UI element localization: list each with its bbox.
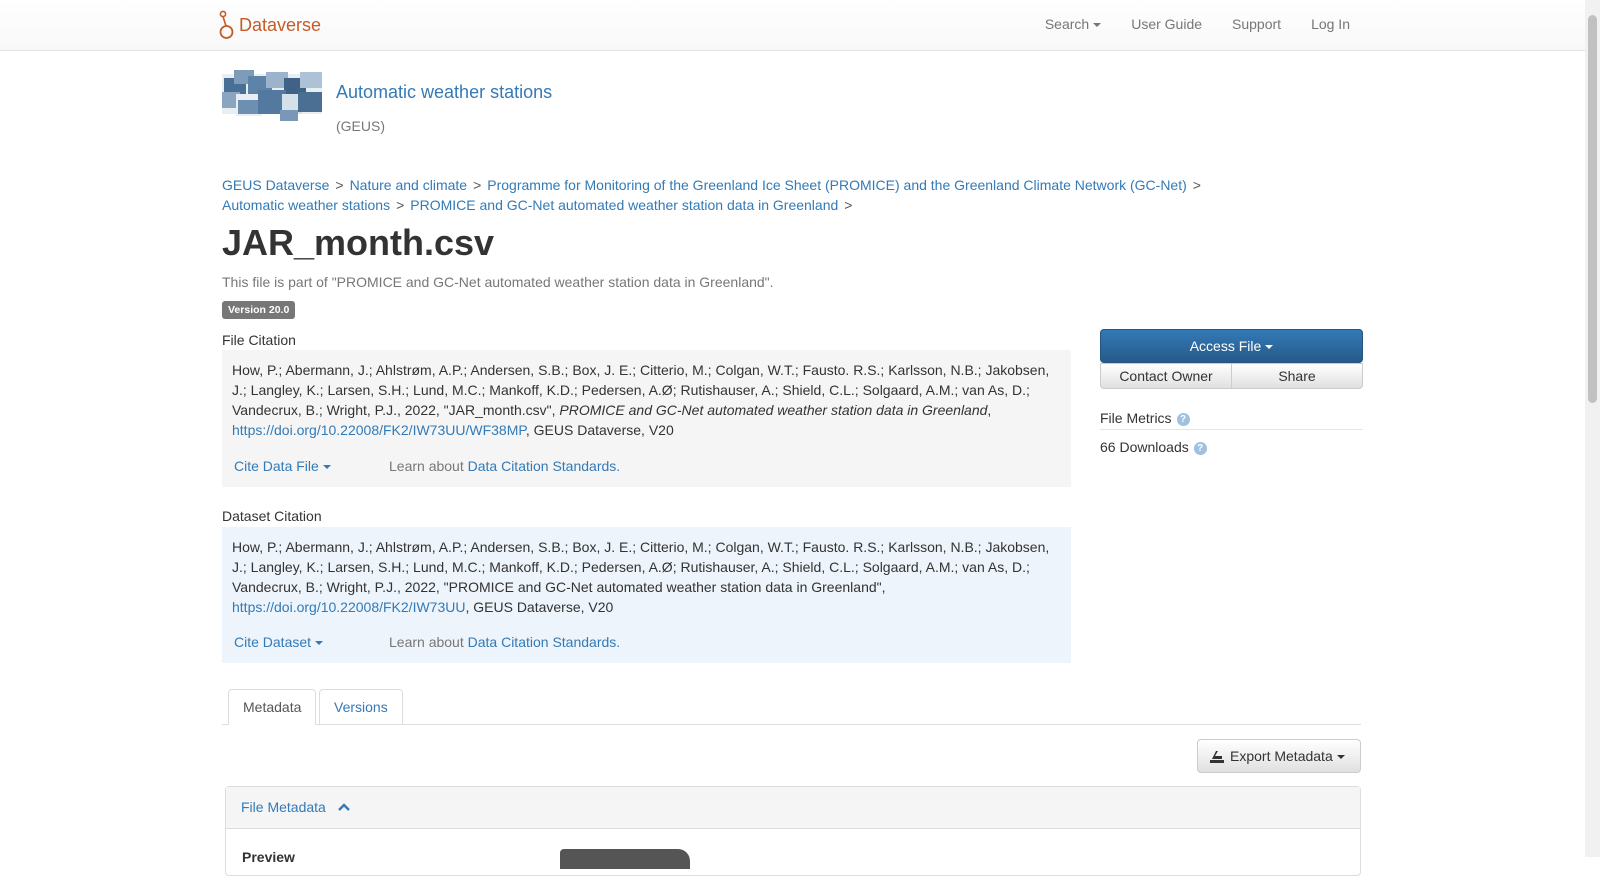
contact-owner-button[interactable]: Contact Owner — [1100, 363, 1232, 389]
file-citation-doi-link[interactable]: https://doi.org/10.22008/FK2/IW73UU/WF38… — [232, 422, 526, 438]
breadcrumb-dataset[interactable]: PROMICE and GC-Net automated weather sta… — [410, 197, 838, 213]
preview-thumbnail — [560, 849, 690, 869]
cite-dataset-label: Cite Dataset — [234, 634, 312, 650]
nav-user-guide[interactable]: User Guide — [1131, 16, 1202, 32]
chevron-down-icon — [1336, 755, 1345, 760]
learn-about-text: Learn about Data Citation Standards. — [389, 632, 620, 652]
chevron-up-icon[interactable] — [337, 803, 350, 811]
file-citation-comma: , — [987, 402, 992, 418]
nav-menu: Search User Guide Support Log In — [1045, 16, 1350, 32]
breadcrumb-promice-programme[interactable]: Programme for Monitoring of the Greenlan… — [487, 177, 1187, 193]
dataverse-title-link[interactable]: Automatic weather stations — [336, 82, 552, 103]
file-citation-box: How, P.; Abermann, J.; Ahlstrøm, A.P.; A… — [222, 350, 1071, 487]
downloads-count: 66 Downloads? — [1100, 439, 1207, 455]
data-citation-standards-link[interactable]: Data Citation Standards. — [468, 634, 621, 650]
cite-data-file-button[interactable]: Cite Data File — [234, 456, 389, 476]
breadcrumb-separator: > — [396, 197, 405, 213]
export-icon — [1210, 751, 1224, 763]
file-metrics-label: File Metrics — [1100, 410, 1172, 426]
dataset-citation-suffix: , GEUS Dataverse, V20 — [465, 599, 614, 615]
nav-log-in[interactable]: Log In — [1311, 16, 1350, 32]
breadcrumb-separator: > — [473, 177, 482, 193]
learn-about-prefix: Learn about — [389, 634, 464, 650]
file-citation-actions: Cite Data File Learn about Data Citation… — [234, 456, 620, 476]
preview-label: Preview — [242, 849, 295, 865]
navbar: Dataverse Search User Guide Support Log … — [0, 0, 1585, 51]
downloads-label: 66 Downloads — [1100, 439, 1189, 455]
dataverse-thumbnail[interactable] — [222, 70, 322, 121]
breadcrumb-separator: > — [335, 177, 344, 193]
question-circle-icon[interactable]: ? — [1176, 413, 1190, 426]
file-citation-text: How, P.; Abermann, J.; Ahlstrøm, A.P.; A… — [232, 360, 1061, 440]
breadcrumb-nature-and-climate[interactable]: Nature and climate — [350, 177, 468, 193]
breadcrumb-automatic-weather-stations[interactable]: Automatic weather stations — [222, 197, 390, 213]
access-file-label: Access File — [1189, 338, 1262, 354]
file-metadata-title[interactable]: File Metadata — [241, 799, 326, 815]
owner-share-button-group: Contact Owner Share — [1100, 363, 1363, 389]
dataset-citation-text: How, P.; Abermann, J.; Ahlstrøm, A.P.; A… — [232, 537, 1061, 617]
file-citation-suffix: , GEUS Dataverse, V20 — [525, 422, 674, 438]
share-button[interactable]: Share — [1232, 363, 1363, 389]
dataset-citation-box: How, P.; Abermann, J.; Ahlstrøm, A.P.; A… — [222, 527, 1071, 663]
tab-metadata[interactable]: Metadata — [228, 689, 317, 725]
cite-dataset-button[interactable]: Cite Dataset — [234, 632, 389, 652]
file-metadata-panel-heading[interactable]: File Metadata — [226, 787, 1360, 829]
file-metrics-heading: File Metrics? — [1100, 410, 1190, 426]
page-title: JAR_month.csv — [222, 222, 495, 263]
brand-name: Dataverse — [239, 14, 322, 35]
chevron-down-icon — [1265, 345, 1274, 350]
breadcrumb-separator: > — [1192, 177, 1201, 193]
nav-search-label: Search — [1044, 16, 1090, 32]
breadcrumb: GEUS Dataverse > Nature and climate > Progra… — [222, 175, 1212, 215]
export-metadata-button[interactable]: Export Metadata — [1197, 739, 1361, 773]
dataverse-affiliation: (GEUS) — [336, 118, 385, 134]
page-subtitle: This file is part of "PROMICE and GC-Net… — [222, 274, 774, 290]
dataset-citation-doi-link[interactable]: https://doi.org/10.22008/FK2/IW73UU — [232, 599, 465, 615]
page-scrollbar[interactable] — [1585, 0, 1600, 857]
chevron-down-icon — [322, 465, 331, 470]
chevron-down-icon — [1093, 23, 1102, 28]
tab-versions[interactable]: Versions — [319, 689, 403, 725]
access-file-button[interactable]: Access File — [1100, 329, 1363, 363]
file-citation-dataset-title: PROMICE and GC-Net automated weather sta… — [559, 402, 988, 418]
dataset-citation-actions: Cite Dataset Learn about Data Citation S… — [234, 632, 620, 652]
data-citation-standards-link[interactable]: Data Citation Standards. — [468, 458, 621, 474]
version-badge: Version 20.0 — [222, 301, 296, 319]
export-metadata-label: Export Metadata — [1230, 748, 1333, 764]
dataset-citation-label: Dataset Citation — [222, 508, 322, 524]
file-citation-label: File Citation — [222, 332, 296, 348]
dataverse-logo-icon — [219, 10, 234, 39]
chevron-down-icon — [315, 641, 324, 646]
cite-data-file-label: Cite Data File — [234, 458, 319, 474]
nav-search[interactable]: Search — [1044, 16, 1102, 32]
metrics-divider — [1100, 429, 1363, 430]
breadcrumb-geus-dataverse[interactable]: GEUS Dataverse — [222, 177, 329, 193]
breadcrumb-separator: > — [844, 197, 853, 213]
question-circle-icon[interactable]: ? — [1193, 442, 1207, 455]
learn-about-text: Learn about Data Citation Standards. — [389, 456, 620, 476]
learn-about-prefix: Learn about — [389, 458, 464, 474]
scrollbar-thumb[interactable] — [1588, 15, 1597, 403]
nav-support[interactable]: Support — [1232, 16, 1281, 32]
dataset-citation-authors: How, P.; Abermann, J.; Ahlstrøm, A.P.; A… — [232, 539, 1050, 595]
brand-link[interactable]: Dataverse — [218, 10, 321, 40]
file-metadata-panel: File Metadata Preview — [225, 786, 1361, 876]
